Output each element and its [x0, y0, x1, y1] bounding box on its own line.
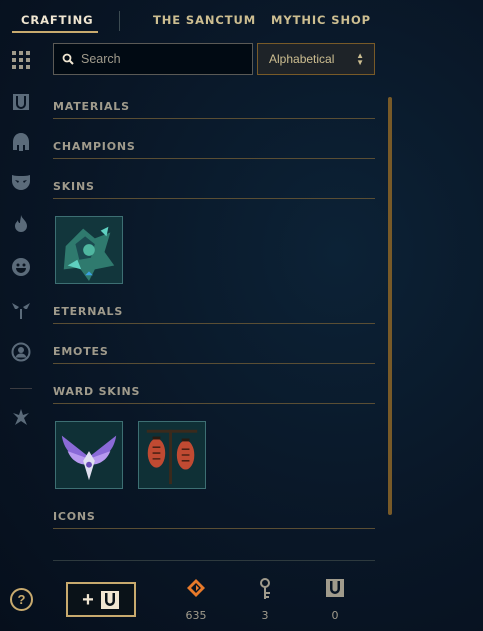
plus-label: + [82, 588, 94, 611]
help-button[interactable]: ? [10, 588, 33, 611]
category-icons[interactable]: ICONS [53, 507, 375, 529]
tab-the-sanctum[interactable]: THE SANCTUM [153, 13, 256, 27]
category-champions[interactable]: CHAMPIONS [53, 137, 375, 159]
orange-essence-icon [176, 578, 216, 600]
lantern-ward-skin-tile[interactable] [138, 421, 206, 489]
category-eternals[interactable]: ETERNALS [53, 302, 375, 324]
chest-icon [100, 590, 119, 609]
search-box[interactable] [53, 43, 253, 75]
sort-dropdown[interactable]: Alphabetical ▲ ▼ [257, 43, 375, 75]
currency-value: 635 [185, 609, 207, 622]
chest-icon[interactable] [9, 90, 33, 114]
winged-ward-skin-tile[interactable] [55, 421, 123, 489]
tab-mythic-shop[interactable]: MYTHIC SHOP [271, 13, 371, 27]
help-label: ? [17, 592, 26, 607]
category-materials[interactable]: MATERIALS [53, 97, 375, 119]
currency-orange-essence: 635 [176, 578, 216, 622]
ward-icon[interactable] [9, 298, 33, 322]
top-nav: CRAFTING THE SANCTUM MYTHIC SHOP [0, 0, 483, 40]
tab-crafting[interactable]: CRAFTING [21, 13, 93, 27]
category-label: MATERIALS [53, 100, 130, 113]
updown-chevron-icon: ▲ ▼ [356, 51, 364, 67]
active-tab-indicator [12, 31, 98, 33]
key-icon [245, 578, 285, 600]
category-label: ETERNALS [53, 305, 124, 318]
currency-keys: 3 [245, 578, 285, 622]
skin-mask-icon[interactable] [9, 170, 33, 194]
category-emotes[interactable]: EMOTES [53, 342, 375, 364]
category-label: SKINS [53, 180, 95, 193]
chest-icon [315, 578, 355, 600]
scrollbar-thumb[interactable] [388, 97, 392, 515]
category-skins[interactable]: SKINS [53, 177, 375, 199]
sort-selected-value: Alphabetical [269, 52, 335, 66]
sidebar-divider [10, 388, 32, 389]
category-label: EMOTES [53, 345, 109, 358]
profile-icon[interactable] [9, 340, 33, 364]
category-ward-skins[interactable]: WARD SKINS [53, 382, 375, 404]
search-input[interactable] [81, 52, 251, 66]
flame-icon[interactable] [9, 212, 33, 236]
category-label: WARD SKINS [53, 385, 141, 398]
currency-value: 3 [261, 609, 269, 622]
search-icon [62, 53, 74, 65]
grid-icon[interactable] [9, 48, 33, 72]
rune-icon[interactable] [9, 405, 33, 429]
skin-shard-tile[interactable] [55, 216, 123, 284]
category-label: ICONS [53, 510, 96, 523]
nav-divider [119, 11, 120, 31]
list-bottom-divider [53, 560, 375, 561]
currency-chests: 0 [315, 578, 355, 622]
currency-value: 0 [331, 609, 339, 622]
add-chest-button[interactable]: + [66, 582, 136, 617]
champion-helmet-icon[interactable] [9, 130, 33, 154]
emote-face-icon[interactable] [9, 255, 33, 279]
category-sidebar [0, 40, 42, 631]
category-label: CHAMPIONS [53, 140, 136, 153]
